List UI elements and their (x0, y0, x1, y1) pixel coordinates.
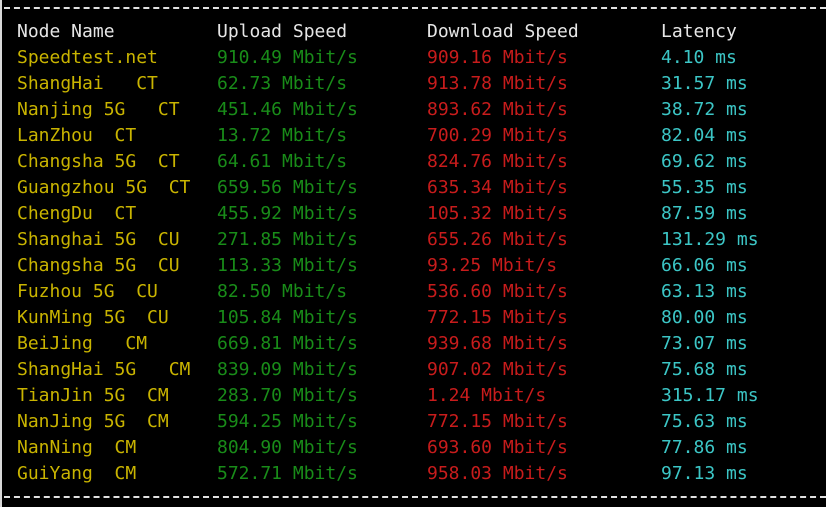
table-row: ShangHai 5G CM 839.09 Mbit/s 907.02 Mbit/s… (0, 357, 826, 383)
table-row: LanZhou CT 13.72 Mbit/s 700.29 Mbit/s 82.04… (0, 123, 826, 149)
node-name: NanNing CM (17, 437, 137, 458)
latency: 31.57 ms (661, 73, 748, 94)
download-speed: 1.24 Mbit/s (427, 385, 547, 406)
node-name: Changsha 5G CT (17, 151, 180, 172)
table-header: Node Name Upload Speed Download Speed La… (0, 19, 826, 45)
table-row: NanJing 5G CM 594.25 Mbit/s 772.15 Mbit/s 7… (0, 409, 826, 435)
upload-speed: 62.73 Mbit/s (217, 73, 348, 94)
upload-speed: 113.33 Mbit/s (217, 255, 358, 276)
upload-speed: 283.70 Mbit/s (217, 385, 358, 406)
latency: 69.62 ms (661, 151, 748, 172)
download-speed: 655.26 Mbit/s (427, 229, 568, 250)
node-name: Shanghai 5G CU (17, 229, 180, 250)
header-upload: Upload Speed (217, 21, 348, 42)
upload-speed: 572.71 Mbit/s (217, 463, 358, 484)
latency: 87.59 ms (661, 203, 748, 224)
upload-speed: 13.72 Mbit/s (217, 125, 348, 146)
latency: 75.63 ms (661, 411, 748, 432)
table-row: Changsha 5G CT 64.61 Mbit/s 824.76 Mbit/s 6… (0, 149, 826, 175)
node-name: Nanjing 5G CT (17, 99, 180, 120)
download-speed: 909.16 Mbit/s (427, 47, 568, 68)
upload-speed: 271.85 Mbit/s (217, 229, 358, 250)
upload-speed: 455.92 Mbit/s (217, 203, 358, 224)
download-speed: 913.78 Mbit/s (427, 73, 568, 94)
upload-speed: 804.90 Mbit/s (217, 437, 358, 458)
download-speed: 536.60 Mbit/s (427, 281, 568, 302)
upload-speed: 451.46 Mbit/s (217, 99, 358, 120)
bottom-divider (4, 496, 826, 498)
table-row: ChengDu CT 455.92 Mbit/s 105.32 Mbit/s 87.5… (0, 201, 826, 227)
upload-speed: 105.84 Mbit/s (217, 307, 358, 328)
node-name: Speedtest.net (17, 47, 158, 68)
top-divider (4, 7, 826, 9)
latency: 315.17 ms (661, 385, 759, 406)
latency: 55.35 ms (661, 177, 748, 198)
table-row: Changsha 5G CU 113.33 Mbit/s 93.25 Mbit/s 6… (0, 253, 826, 279)
node-name: KunMing 5G CU (17, 307, 169, 328)
table-row: ShangHai CT 62.73 Mbit/s 913.78 Mbit/s 31.5… (0, 71, 826, 97)
latency: 80.00 ms (661, 307, 748, 328)
download-speed: 772.15 Mbit/s (427, 411, 568, 432)
latency: 4.10 ms (661, 47, 737, 68)
table-row: Nanjing 5G CT 451.46 Mbit/s 893.62 Mbit/s 3… (0, 97, 826, 123)
download-speed: 824.76 Mbit/s (427, 151, 568, 172)
download-speed: 772.15 Mbit/s (427, 307, 568, 328)
header-node: Node Name (17, 21, 115, 42)
node-name: GuiYang CM (17, 463, 137, 484)
upload-speed: 910.49 Mbit/s (217, 47, 358, 68)
upload-speed: 594.25 Mbit/s (217, 411, 358, 432)
node-name: ShangHai CT (17, 73, 158, 94)
latency: 63.13 ms (661, 281, 748, 302)
download-speed: 907.02 Mbit/s (427, 359, 568, 380)
download-speed: 893.62 Mbit/s (427, 99, 568, 120)
header-latency: Latency (661, 21, 737, 42)
node-name: Guangzhou 5G CT (17, 177, 191, 198)
upload-speed: 64.61 Mbit/s (217, 151, 348, 172)
latency: 73.07 ms (661, 333, 748, 354)
table-row: KunMing 5G CU 105.84 Mbit/s 772.15 Mbit/s 8… (0, 305, 826, 331)
node-name: NanJing 5G CM (17, 411, 169, 432)
latency: 82.04 ms (661, 125, 748, 146)
node-name: TianJin 5G CM (17, 385, 169, 406)
node-name: ChengDu CT (17, 203, 137, 224)
table-row: TianJin 5G CM 283.70 Mbit/s 1.24 Mbit/s 315… (0, 383, 826, 409)
header-download: Download Speed (427, 21, 579, 42)
download-speed: 958.03 Mbit/s (427, 463, 568, 484)
upload-speed: 659.56 Mbit/s (217, 177, 358, 198)
latency: 66.06 ms (661, 255, 748, 276)
download-speed: 939.68 Mbit/s (427, 333, 568, 354)
latency: 38.72 ms (661, 99, 748, 120)
node-name: BeiJing CM (17, 333, 148, 354)
table-row: Speedtest.net 910.49 Mbit/s 909.16 Mbit/s 4… (0, 45, 826, 71)
table-row: Guangzhou 5G CT 659.56 Mbit/s 635.34 Mbit/… (0, 175, 826, 201)
table-row: Fuzhou 5G CU 82.50 Mbit/s 536.60 Mbit/s 63.… (0, 279, 826, 305)
download-speed: 93.25 Mbit/s (427, 255, 558, 276)
table-row: BeiJing CM 669.81 Mbit/s 939.68 Mbit/s 73.0… (0, 331, 826, 357)
latency: 131.29 ms (661, 229, 759, 250)
latency: 75.68 ms (661, 359, 748, 380)
upload-speed: 82.50 Mbit/s (217, 281, 348, 302)
latency: 97.13 ms (661, 463, 748, 484)
download-speed: 693.60 Mbit/s (427, 437, 568, 458)
download-speed: 700.29 Mbit/s (427, 125, 568, 146)
node-name: Fuzhou 5G CU (17, 281, 158, 302)
upload-speed: 669.81 Mbit/s (217, 333, 358, 354)
latency: 77.86 ms (661, 437, 748, 458)
download-speed: 105.32 Mbit/s (427, 203, 568, 224)
node-name: Changsha 5G CU (17, 255, 180, 276)
node-name: ShangHai 5G CM (17, 359, 191, 380)
table-row: GuiYang CM 572.71 Mbit/s 958.03 Mbit/s 97.1… (0, 461, 826, 487)
table-row: Shanghai 5G CU 271.85 Mbit/s 655.26 Mbit/s… (0, 227, 826, 253)
download-speed: 635.34 Mbit/s (427, 177, 568, 198)
node-name: LanZhou CT (17, 125, 137, 146)
upload-speed: 839.09 Mbit/s (217, 359, 358, 380)
table-row: NanNing CM 804.90 Mbit/s 693.60 Mbit/s 77.8… (0, 435, 826, 461)
